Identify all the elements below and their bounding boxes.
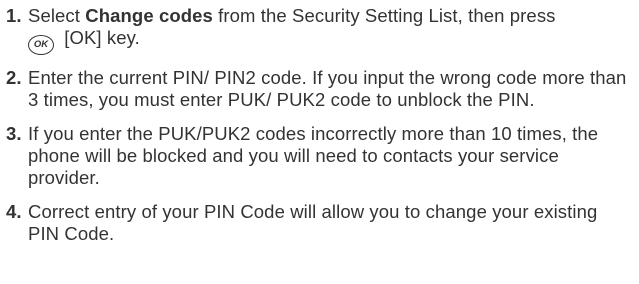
step-text: If you enter the PUK/PUK2 codes incorrec… [28, 122, 599, 188]
step-text: Enter the current PIN/ PIN2 code. If you… [28, 66, 627, 110]
ok-key-icon: OK [28, 34, 54, 55]
step-4: 4. Correct entry of your PIN Code will a… [6, 201, 629, 245]
step-number: 1. [6, 5, 22, 26]
step-number: 3. [6, 122, 22, 144]
step-text: Correct entry of your PIN Code will allo… [28, 200, 598, 244]
menu-option-change-codes: Change codes [85, 5, 213, 26]
step-number: 2. [6, 66, 22, 88]
steps-list: 1. Select Change codes from the Security… [6, 5, 629, 245]
step-number: 4. [6, 200, 22, 222]
step-1: 1. Select Change codes from the Security… [6, 5, 629, 55]
step-3: 3. If you enter the PUK/PUK2 codes incor… [6, 123, 629, 189]
step-2: 2. Enter the current PIN/ PIN2 code. If … [6, 67, 629, 111]
step-text: Select Change codes from the Security Se… [28, 5, 556, 55]
instruction-page: 1. Select Change codes from the Security… [0, 0, 639, 284]
